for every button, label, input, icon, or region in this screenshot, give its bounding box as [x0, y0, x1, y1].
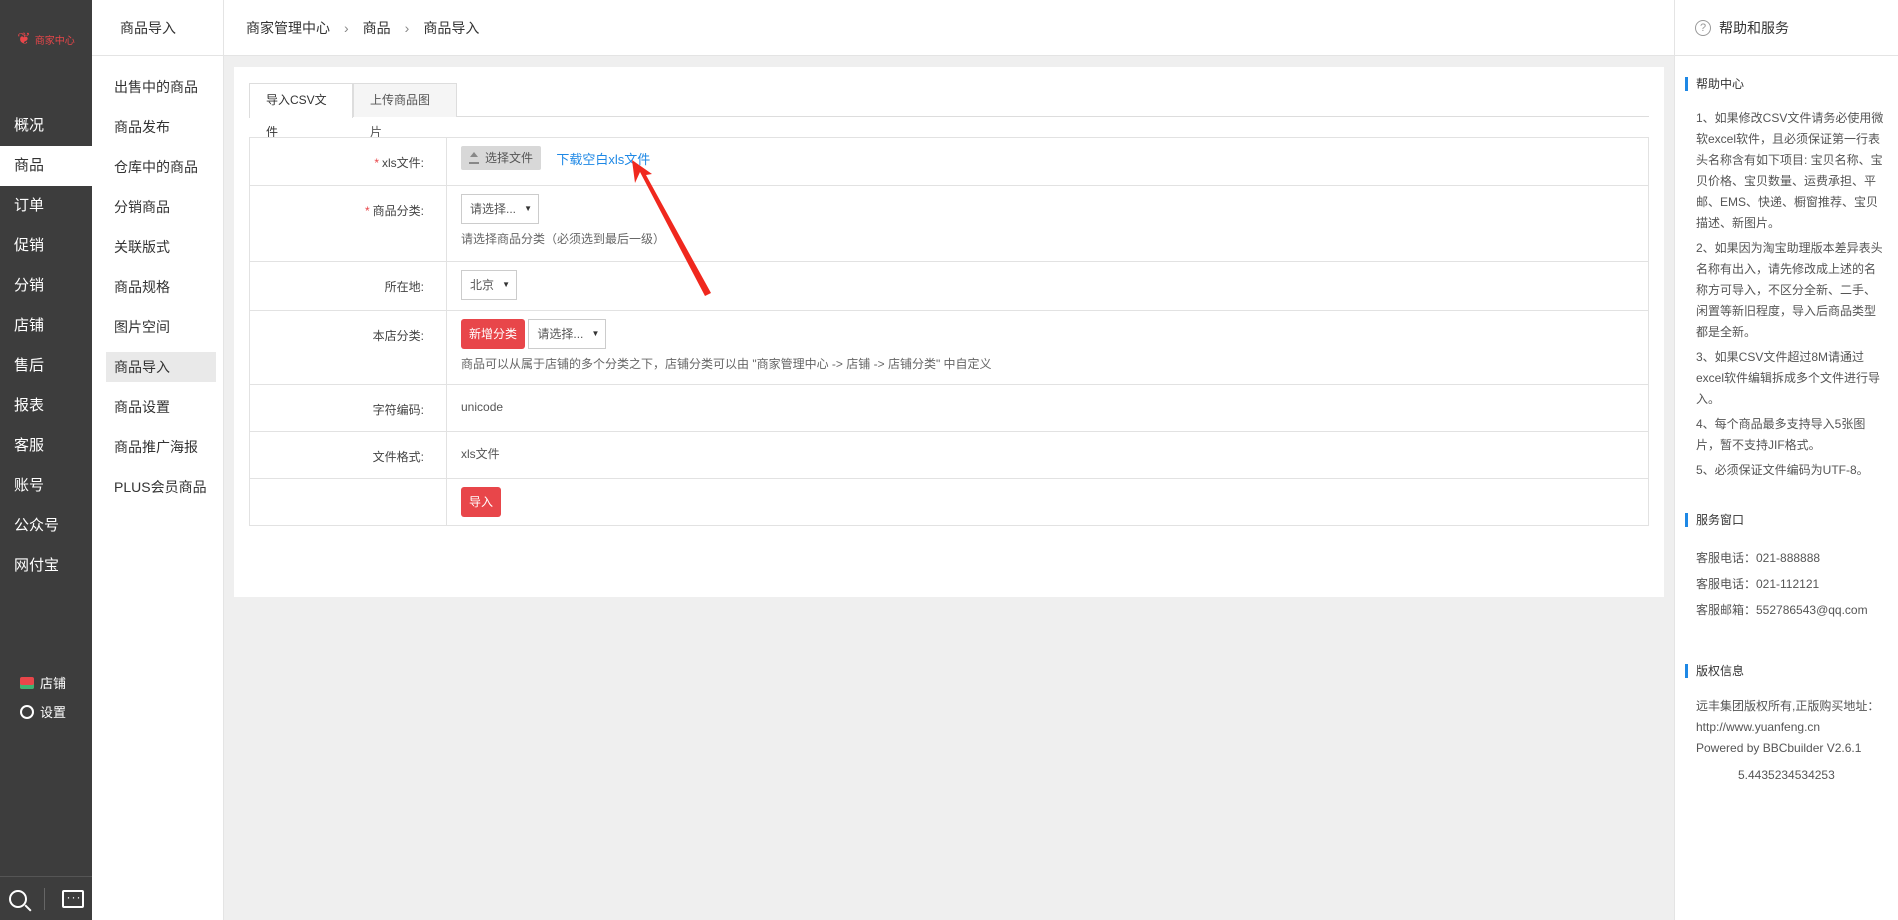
- category-hint: 请选择商品分类（必须选到最后一级）: [461, 232, 666, 246]
- search-icon[interactable]: [8, 889, 27, 908]
- logo[interactable]: ❦ 商家中心: [0, 0, 92, 78]
- breadcrumb-item-goods-import: 商品导入: [423, 19, 480, 36]
- nav-shop-label: 店铺: [40, 676, 67, 691]
- nav-settings-label: 设置: [40, 705, 67, 720]
- sub-nav-item[interactable]: 商品设置: [106, 392, 216, 422]
- empty-label: [249, 478, 447, 526]
- import-form: *xls文件: 选择文件 下载空白xls文件 *商品分类: 请选择... 请选择…: [249, 137, 1649, 526]
- add-category-button[interactable]: 新增分类: [461, 319, 526, 349]
- main-nav-item[interactable]: 公众号: [0, 506, 92, 546]
- service-item: 客服电话：021-888888: [1696, 551, 1821, 565]
- tab-upload-images[interactable]: 上传商品图片: [353, 83, 457, 139]
- breadcrumb-item-goods[interactable]: 商品: [363, 18, 391, 38]
- main-nav-item[interactable]: 账号: [0, 466, 92, 506]
- main-nav-item[interactable]: 促销: [0, 226, 92, 266]
- powered-by-text: Powered by BBCbuilder V2.6.1: [1696, 741, 1862, 755]
- main-nav-item[interactable]: 订单: [0, 186, 92, 226]
- copyright-title: 版权信息: [1685, 664, 1744, 678]
- chevron-right-icon: ›: [344, 19, 349, 36]
- tab-bar: 导入CSV文件 上传商品图片: [249, 83, 1649, 139]
- service-item: 客服邮箱：552786543@qq.com: [1696, 603, 1868, 617]
- sub-nav-item[interactable]: 关联版式: [106, 232, 216, 262]
- download-template-link[interactable]: 下载空白xls文件: [556, 152, 650, 167]
- main-sidebar: ❦ 商家中心 概况 商品 订单 促销 分销 店铺 售后 报表 客服 账号 公众号 网付宝 店铺 设置: [0, 0, 92, 920]
- sub-nav-item[interactable]: 商品规格: [106, 272, 216, 302]
- chevron-right-icon: ›: [404, 19, 410, 36]
- sub-nav-item[interactable]: 出售中的商品: [106, 72, 216, 102]
- service-title: 服务窗口: [1685, 513, 1744, 527]
- help-center-content: 1、如果修改CSV文件请务必使用微软excel软件，且必须保证第一行表头名称含有…: [1696, 108, 1886, 485]
- divider: [43, 887, 45, 910]
- sub-nav-item[interactable]: 商品发布: [106, 112, 216, 142]
- help-icon: ?: [1695, 19, 1711, 36]
- help-item: 5、必须保证文件编码为UTF-8。: [1696, 463, 1869, 477]
- sub-sidebar: 商品导入 出售中的商品 商品发布 仓库中的商品 分销商品 关联版式 商品规格 图片空间 商品导…: [92, 0, 224, 920]
- sub-nav-item[interactable]: 分销商品: [106, 192, 216, 222]
- main-nav-item[interactable]: 概况: [0, 106, 92, 146]
- main-nav-item[interactable]: 店铺: [0, 306, 92, 346]
- chat-icon[interactable]: [61, 889, 84, 908]
- help-item: 1、如果修改CSV文件请务必使用微软excel软件，且必须保证第一行表头名称含有…: [1696, 111, 1884, 230]
- help-item: 2、如果因为淘宝助理版本差异表头名称有出入，请先修改成上述的名称方可导入，不区分…: [1696, 241, 1883, 339]
- import-button[interactable]: 导入: [461, 487, 502, 517]
- sub-nav-item[interactable]: 商品推广海报: [106, 432, 216, 462]
- category-label: * 商品分类:: [249, 185, 447, 262]
- service-item: 客服电话：021-112121: [1696, 577, 1820, 591]
- help-item: 3、如果CSV文件超过8M请通过excel软件编辑拆成多个文件进行导入。: [1696, 350, 1881, 406]
- main-nav-item[interactable]: 商品: [0, 146, 92, 186]
- service-content: 客服电话：021-888888 客服电话：021-112121 客服邮箱：55278…: [1696, 548, 1886, 626]
- breadcrumb: 商家管理中心 › 商品 › 商品导入: [224, 0, 1674, 56]
- sub-nav-item[interactable]: 商品导入: [106, 352, 216, 382]
- sub-nav-item[interactable]: 图片空间: [106, 312, 216, 342]
- gear-icon: [20, 704, 34, 719]
- main-nav-item[interactable]: 客服: [0, 426, 92, 466]
- copyright-content: 远丰集团版权所有,正版购买地址：http://www.yuanfeng.cn P…: [1696, 696, 1886, 786]
- file-label: * xls文件:: [249, 137, 447, 186]
- sub-nav-item[interactable]: PLUS会员商品: [106, 472, 216, 502]
- upload-icon: [469, 151, 479, 164]
- logo-text: 商家中心: [34, 35, 75, 47]
- main-nav-item[interactable]: 售后: [0, 346, 92, 386]
- category-select[interactable]: 请选择...: [461, 194, 540, 224]
- tab-import-csv[interactable]: 导入CSV文件: [249, 83, 353, 139]
- store-category-select[interactable]: 请选择...: [528, 319, 607, 349]
- main-panel: 导入CSV文件 上传商品图片 * xls文件: 选择文件 下载空白xls文件 * 商…: [234, 67, 1664, 597]
- logo-icon: ❦: [17, 31, 31, 48]
- help-header: ? 帮助和服务: [1675, 0, 1898, 56]
- main-nav-item[interactable]: 报表: [0, 386, 92, 426]
- help-panel: ? 帮助和服务 帮助中心 1、如果修改CSV文件请务必使用微软excel软件，且…: [1674, 0, 1898, 920]
- location-label: 所在地:: [249, 261, 447, 311]
- location-select[interactable]: 北京: [461, 270, 518, 300]
- main-nav-item[interactable]: 分销: [0, 266, 92, 306]
- nav-footer: [0, 876, 92, 920]
- shop-icon: [20, 676, 34, 689]
- encoding-label: 字符编码:: [249, 384, 447, 432]
- copyright-text: 远丰集团版权所有,正版购买地址：http://www.yuanfeng.cn: [1696, 699, 1880, 734]
- encoding-value: unicode: [461, 400, 504, 414]
- version-number: 5.4435234534253: [1738, 768, 1835, 782]
- main-nav-item[interactable]: 网付宝: [0, 546, 92, 586]
- format-label: 文件格式:: [249, 431, 447, 479]
- store-category-hint: 商品可以从属于店铺的多个分类之下，店铺分类可以由 "商家管理中心 -> 店铺 -…: [461, 357, 992, 371]
- help-title: 帮助和服务: [1719, 19, 1789, 36]
- breadcrumb-item-merchant-center[interactable]: 商家管理中心: [246, 18, 330, 38]
- choose-file-button[interactable]: 选择文件: [461, 146, 542, 170]
- nav-settings-link[interactable]: 设置: [20, 702, 66, 721]
- store-category-label: 本店分类:: [249, 310, 447, 385]
- nav-shop-link[interactable]: 店铺: [20, 673, 66, 692]
- format-value: xls文件: [461, 447, 500, 461]
- help-center-title: 帮助中心: [1685, 77, 1744, 91]
- help-item: 4、每个商品最多支持导入5张图片，暂不支持JIF格式。: [1696, 417, 1866, 452]
- sub-sidebar-title: 商品导入: [92, 0, 223, 56]
- sub-nav-item[interactable]: 仓库中的商品: [106, 152, 216, 182]
